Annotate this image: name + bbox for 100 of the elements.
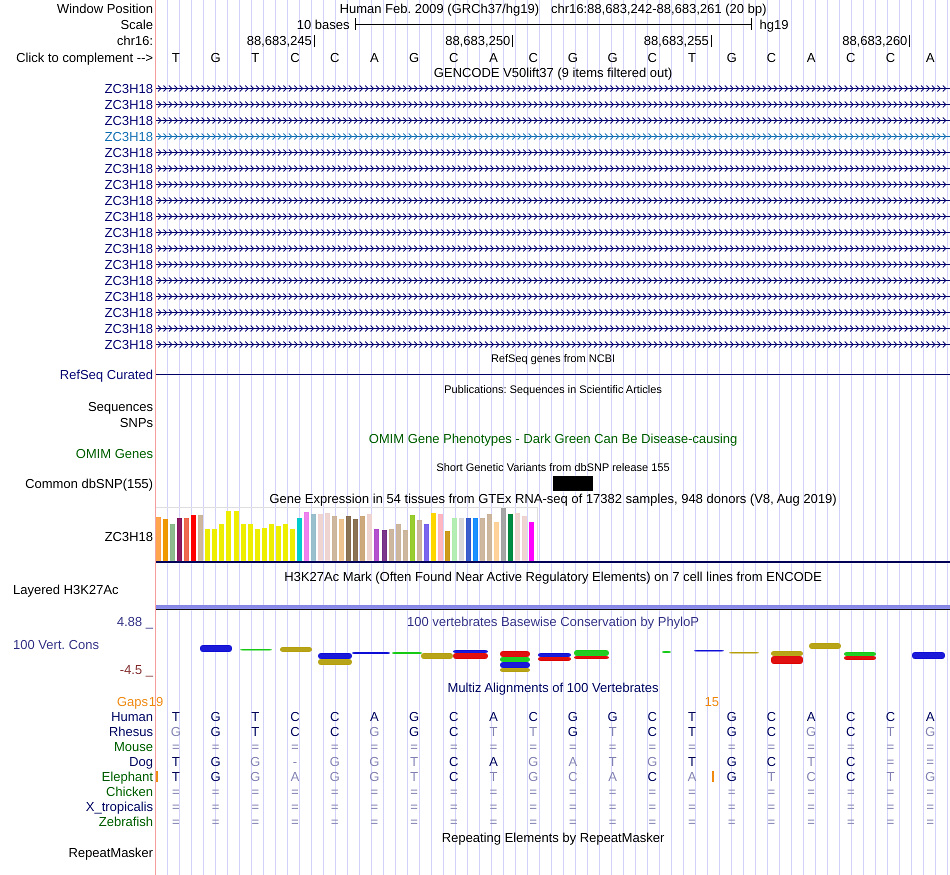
transcript-line[interactable] <box>156 228 950 236</box>
base-letter: = <box>291 799 299 814</box>
ruler-tick-label: 88,683,255 <box>644 35 712 47</box>
base-letter: = <box>569 799 577 814</box>
track-label[interactable]: ZC3H18 <box>104 128 156 144</box>
base-letter: C <box>648 769 657 784</box>
ruler-tick-label: 88,683,245 <box>246 35 315 47</box>
base-letter: A <box>290 769 300 784</box>
base-letter: T <box>807 754 816 769</box>
base-letter: T <box>251 50 260 64</box>
track-label[interactable]: OMIM Genes <box>76 446 156 461</box>
track-label[interactable]: ZC3H18 <box>104 529 156 544</box>
base-letter: = <box>807 739 815 754</box>
base-letter: = <box>212 799 220 814</box>
track-title: H3K27Ac Mark (Often Found Near Active Regulatory Elements) on 7 cell lines from ENCODE <box>284 568 822 584</box>
transcript-line[interactable] <box>156 276 950 284</box>
track-label[interactable]: SNPs <box>120 414 156 430</box>
track-label[interactable]: ZC3H18 <box>104 224 156 240</box>
species-label[interactable]: Chicken <box>106 784 156 799</box>
track-label[interactable]: Common dbSNP(155) <box>25 476 156 491</box>
base-letter: = <box>886 784 894 799</box>
track-label[interactable]: ZC3H18 <box>104 208 156 224</box>
transcript-line[interactable] <box>156 164 950 172</box>
base-letter: G <box>369 754 380 769</box>
base-letter: C <box>528 709 538 724</box>
base-letter: G <box>170 724 181 739</box>
base-letter: = <box>172 814 180 829</box>
track-label[interactable]: ZC3H18 <box>104 256 156 272</box>
base-letter: = <box>251 814 260 829</box>
transcript-line[interactable] <box>156 308 950 316</box>
base-letter: C <box>449 709 458 724</box>
base-letter: C <box>846 50 856 64</box>
base-letter: = <box>648 739 656 754</box>
transcript-line[interactable] <box>156 100 950 108</box>
species-label[interactable]: Dog <box>129 754 156 769</box>
transcript-line[interactable] <box>156 260 950 268</box>
species-label[interactable]: Human <box>111 709 156 724</box>
species-label[interactable]: Elephant <box>102 769 156 784</box>
base-letter: G <box>408 724 420 739</box>
base-letter: G <box>607 709 618 724</box>
base-letter: = <box>450 784 458 799</box>
track-label[interactable]: RepeatMasker <box>68 845 156 860</box>
base-letter: G <box>210 724 221 739</box>
transcript-line[interactable] <box>156 196 950 204</box>
track-label[interactable]: ZC3H18 <box>104 304 156 320</box>
base-letter: = <box>846 784 855 799</box>
base-letter: C <box>449 769 458 784</box>
track-label[interactable]: ZC3H18 <box>104 176 156 192</box>
transcript-line[interactable] <box>156 292 950 300</box>
base-letter: T <box>886 724 894 739</box>
base-letter: G <box>210 50 221 64</box>
base-letter: = <box>529 739 537 754</box>
track-label[interactable]: ZC3H18 <box>104 160 156 176</box>
base-letter: = <box>291 739 299 754</box>
base-letter: G <box>210 709 221 724</box>
base-letter: = <box>370 799 378 814</box>
track-title: Short Genetic Variants from dbSNP release 155 <box>436 460 670 476</box>
track-label[interactable]: ZC3H18 <box>104 240 156 256</box>
axis-min-label: -4.5 _ <box>120 662 154 677</box>
transcript-line[interactable] <box>156 84 950 92</box>
transcript-line[interactable] <box>156 340 950 348</box>
track-label[interactable]: ZC3H18 <box>104 336 156 352</box>
base-letter: = <box>370 739 378 754</box>
species-label[interactable]: Rhesus <box>108 724 156 739</box>
track-label[interactable]: Sequences <box>88 398 156 414</box>
transcript-line[interactable] <box>156 244 950 252</box>
base-letter: G <box>806 724 816 739</box>
base-letter: = <box>529 784 537 799</box>
base-letter: T <box>489 769 498 784</box>
track-label[interactable]: ZC3H18 <box>104 80 156 96</box>
base-letter: = <box>807 784 815 799</box>
base-letter: C <box>290 709 300 724</box>
transcript-line[interactable] <box>156 212 950 220</box>
base-letter: T <box>251 724 260 739</box>
track-label[interactable]: ZC3H18 <box>104 288 156 304</box>
transcript-line[interactable] <box>156 324 950 332</box>
track-label[interactable]: ZC3H18 <box>104 144 156 160</box>
base-letter: = <box>846 799 855 814</box>
base-letter: T <box>767 769 776 784</box>
track-label[interactable]: ZC3H18 <box>104 96 156 112</box>
track-label[interactable]: ZC3H18 <box>104 272 156 288</box>
track-label[interactable]: Layered H3K27Ac <box>0 584 122 596</box>
transcript-line[interactable] <box>156 116 950 124</box>
species-label[interactable]: Mouse <box>114 739 156 754</box>
transcript-line[interactable] <box>156 180 950 188</box>
base-letter: C <box>449 754 458 769</box>
base-letter: = <box>768 784 776 799</box>
transcript-line[interactable] <box>156 148 950 156</box>
track-label[interactable]: ZC3H18 <box>104 320 156 336</box>
track-label[interactable]: ZC3H18 <box>104 192 156 208</box>
track-label[interactable]: ZC3H18 <box>104 112 156 128</box>
base-letter: = <box>370 784 378 799</box>
base-letter: T <box>688 709 696 724</box>
base-letter: G <box>330 754 340 769</box>
species-label[interactable]: Zebrafish <box>98 814 156 829</box>
track-label[interactable]: 100 Vert. Cons <box>0 637 99 652</box>
base-letter: = <box>886 799 894 814</box>
track-label[interactable]: RefSeq Curated <box>60 366 156 382</box>
complement-link[interactable]: Click to complement --> <box>16 50 156 64</box>
species-label[interactable]: X_tropicalis <box>86 799 156 814</box>
